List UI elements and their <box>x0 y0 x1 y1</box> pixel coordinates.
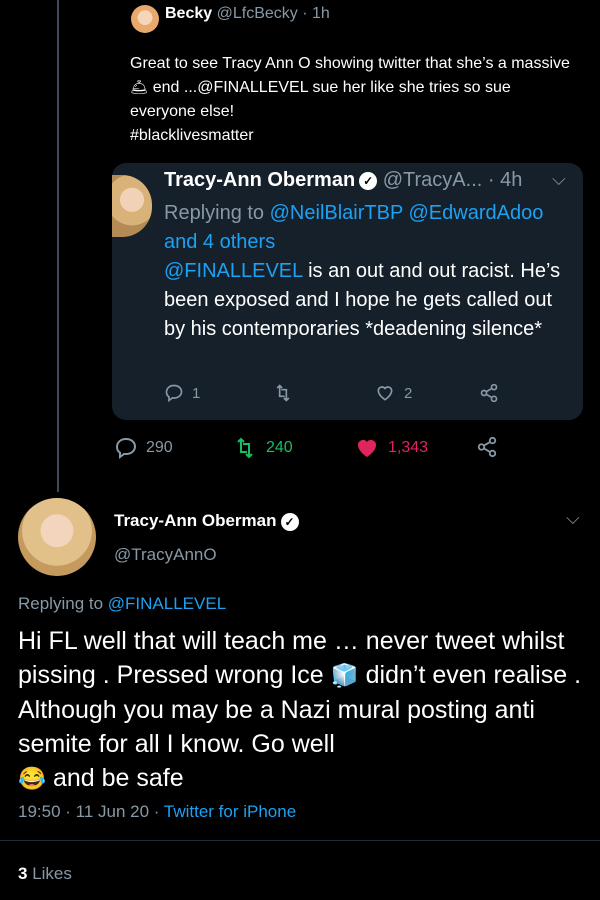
embedded-like-count: 2 <box>404 384 413 402</box>
quote-author-name[interactable]: Becky <box>165 5 212 22</box>
share-icon <box>480 383 498 403</box>
quote-tweet-header: Becky @LfcBecky · 1h <box>165 5 330 23</box>
embedded-share-button[interactable] <box>479 383 499 403</box>
quote-reply-count: 290 <box>146 439 173 456</box>
embedded-author-name[interactable]: Tracy-Ann Oberman <box>164 169 355 191</box>
main-replying-prefix: Replying to <box>18 594 108 613</box>
main-avatar[interactable] <box>18 498 96 576</box>
main-mention-finallevel[interactable]: @FINALLEVEL <box>108 594 226 613</box>
embedded-tweet-card[interactable]: Tracy-Ann Oberman ✓ @TracyA... · 4h ⌵ Rep… <box>112 163 583 420</box>
main-tweet-timestamp: 19:50 · 11 Jun 20 · <box>18 802 164 821</box>
reply-icon <box>165 384 183 403</box>
quote-share-button[interactable] <box>476 436 498 458</box>
reply-icon <box>115 437 137 459</box>
embedded-separator: · <box>487 169 495 191</box>
share-icon <box>477 436 497 458</box>
quote-retweet-count: 240 <box>266 439 293 456</box>
mention-others[interactable]: and 4 others <box>164 231 275 253</box>
becky-avatar[interactable] <box>131 5 159 33</box>
laughing-emoji-icon: 😂 <box>18 766 47 791</box>
mention-edwardadoo[interactable]: @EdwardAdoo <box>409 202 544 224</box>
embedded-reply-button[interactable]: 1 <box>164 383 200 403</box>
main-replying-to: Replying to @FINALLEVEL <box>18 594 226 614</box>
embedded-replying-prefix: Replying to <box>164 202 270 224</box>
quote-retweet-button[interactable]: 240 <box>232 436 293 460</box>
quote-text-part-2: end ...@FINALLEVEL sue her like she trie… <box>130 79 511 120</box>
main-tweet-text: Hi FL well that will teach me … never tw… <box>18 624 584 796</box>
main-likes-summary[interactable]: 3 Likes <box>18 864 72 884</box>
main-likes-label: Likes <box>27 864 72 883</box>
embedded-like-button[interactable]: 2 <box>374 383 412 403</box>
verified-badge-icon: ✓ <box>280 512 299 531</box>
main-tweet-meta: 19:50 · 11 Jun 20 · Twitter for iPhone <box>18 802 296 822</box>
embedded-retweet-button[interactable] <box>272 383 294 403</box>
embedded-author-handle[interactable]: @TracyA... <box>383 169 483 191</box>
verified-badge-icon: ✓ <box>359 171 378 190</box>
embedded-chevron-down-icon[interactable]: ⌵ <box>552 169 566 190</box>
quote-time: 1h <box>312 5 330 22</box>
quote-like-button[interactable]: 1,343 <box>354 436 428 460</box>
retweet-icon <box>276 384 290 402</box>
quote-hashtag[interactable]: #blacklivesmatter <box>130 127 254 144</box>
main-author-name-row[interactable]: Tracy-Ann Oberman ✓ <box>114 511 299 531</box>
embedded-tweet-header: Tracy-Ann Oberman ✓ @TracyA... · 4h <box>164 169 522 192</box>
embedded-reply-count: 1 <box>192 384 201 402</box>
main-author-name[interactable]: Tracy-Ann Oberman <box>114 511 277 530</box>
thread-line <box>57 0 59 492</box>
embedded-actions: 1 2 <box>164 383 564 409</box>
embedded-avatar[interactable] <box>112 175 152 237</box>
embedded-tweet-text: @FINALLEVEL is an out and out racist. He… <box>164 257 574 344</box>
heart-filled-icon <box>358 440 376 457</box>
heart-icon <box>377 386 393 401</box>
embedded-time: 4h <box>500 169 523 191</box>
main-author-handle[interactable]: @TracyAnnO <box>114 545 217 565</box>
main-tweet-client[interactable]: Twitter for iPhone <box>164 802 296 821</box>
quote-tweet-text: Great to see Tracy Ann O showing twitter… <box>130 52 570 148</box>
main-chevron-down-icon[interactable]: ⌵ <box>566 508 580 529</box>
mention-neilblairtbp[interactable]: @NeilBlairTBP <box>270 202 403 224</box>
mention-finallevel[interactable]: @FINALLEVEL <box>164 260 303 282</box>
bell-emoji-icon: 🛎 <box>130 80 149 96</box>
embedded-replying-to: Replying to @NeilBlairTBP @EdwardAdoo an… <box>164 199 574 257</box>
quote-actions: 290 240 1,343 <box>114 436 514 464</box>
quote-author-handle[interactable]: @LfcBecky <box>217 5 298 22</box>
quote-text-part-1: Great to see Tracy Ann O showing twitter… <box>130 55 570 72</box>
main-text-part-3: and be safe <box>46 764 184 792</box>
quote-like-count: 1,343 <box>388 439 429 456</box>
retweet-icon <box>237 437 253 459</box>
quote-separator: · <box>302 5 308 22</box>
meta-divider <box>0 840 600 841</box>
ice-cube-emoji-icon: 🧊 <box>330 663 359 688</box>
quote-reply-button[interactable]: 290 <box>114 436 173 460</box>
